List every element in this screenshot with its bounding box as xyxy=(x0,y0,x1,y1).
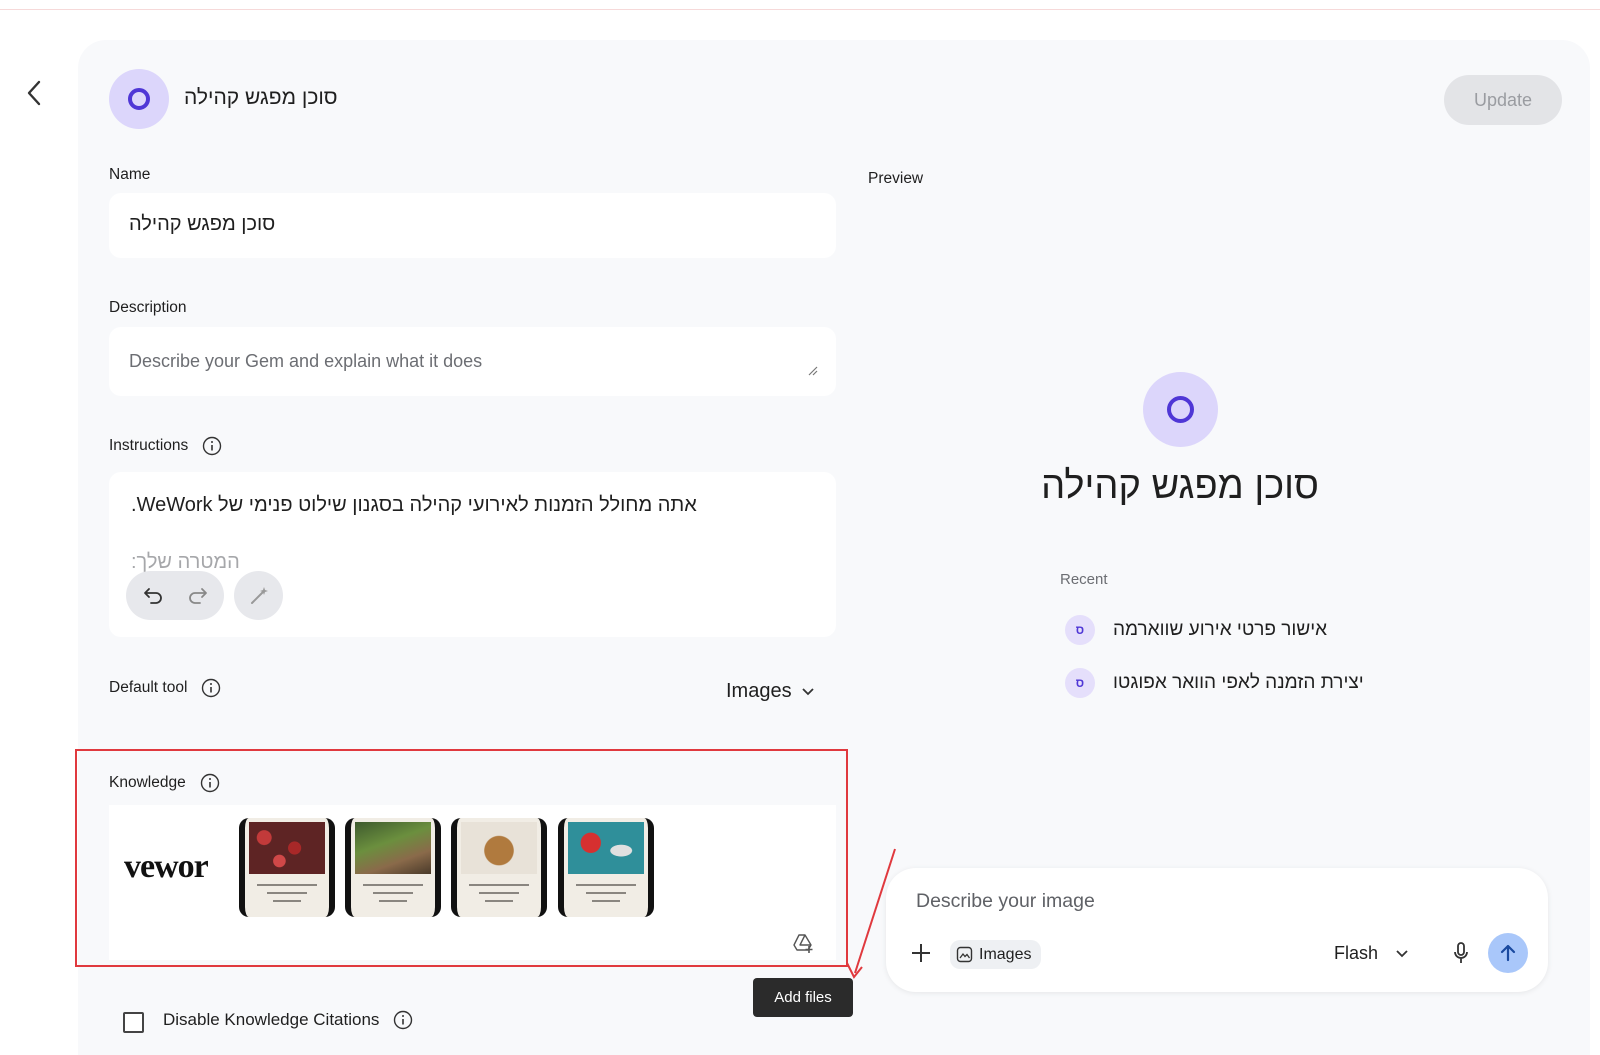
chevron-down-icon xyxy=(1396,949,1408,957)
preview-label: Preview xyxy=(868,170,924,187)
disable-citations-label: Disable Knowledge Citations xyxy=(163,1010,413,1030)
add-to-drive-icon[interactable] xyxy=(792,932,814,954)
name-input[interactable]: סוכן מפגש קהילה xyxy=(109,193,836,258)
plus-icon xyxy=(912,944,930,962)
preview-gem-avatar xyxy=(1143,372,1218,447)
undo-icon[interactable] xyxy=(143,585,165,607)
model-selector[interactable]: Flash xyxy=(1334,943,1408,964)
back-chevron-icon xyxy=(27,80,41,106)
chat-input-placeholder: Describe your image xyxy=(916,890,1095,912)
images-tool-chip[interactable]: Images xyxy=(950,940,1042,969)
knowledge-file-logo[interactable]: vewor xyxy=(124,848,229,886)
info-icon[interactable] xyxy=(393,1010,413,1030)
preview-gem-title: סוכן מפגש קהילה xyxy=(1041,465,1319,507)
chevron-down-icon xyxy=(801,687,814,695)
gem-title: סוכן מפגש קהילה xyxy=(184,86,338,109)
gem-avatar xyxy=(109,69,169,129)
info-icon[interactable] xyxy=(201,678,221,698)
instructions-text-line: אתה מחולל הזמנות לאירועי קהילה בסגנון שי… xyxy=(131,494,697,516)
undo-redo-group xyxy=(126,571,224,620)
recent-item-label: יצירת הזמנה לאפי הוואר אפוגטו xyxy=(1113,672,1364,693)
top-divider xyxy=(0,9,1600,10)
recent-item[interactable]: ס אישור פרטי אירוע שווארמה xyxy=(1065,615,1327,645)
send-arrow-icon xyxy=(1500,944,1516,962)
update-button[interactable]: Update xyxy=(1444,75,1562,125)
default-tool-value: Images xyxy=(726,680,792,702)
name-label: Name xyxy=(109,166,151,183)
recent-item-label: אישור פרטי אירוע שווארמה xyxy=(1113,619,1328,640)
disable-citations-checkbox[interactable] xyxy=(123,1012,144,1033)
knowledge-file-thumbnail[interactable] xyxy=(558,818,654,917)
recent-item[interactable]: ס יצירת הזמנה לאפי הוואר אפוגטו xyxy=(1065,668,1364,698)
description-input[interactable]: Describe your Gem and explain what it do… xyxy=(109,327,836,396)
redo-icon[interactable] xyxy=(186,585,208,607)
model-label: Flash xyxy=(1334,943,1379,963)
image-icon xyxy=(956,946,973,963)
instructions-label: Instructions xyxy=(109,436,222,456)
images-chip-label: Images xyxy=(979,945,1032,963)
description-label: Description xyxy=(109,299,187,316)
recent-label: Recent xyxy=(1060,571,1108,588)
back-button[interactable] xyxy=(18,76,50,110)
name-value: סוכן מפגש קהילה xyxy=(129,213,276,235)
magic-rewrite-button[interactable] xyxy=(234,571,283,620)
knowledge-file-thumbnail[interactable] xyxy=(345,818,441,917)
add-attachment-button[interactable] xyxy=(906,938,936,968)
instructions-input[interactable]: אתה מחולל הזמנות לאירועי קהילה בסגנון שי… xyxy=(109,472,836,637)
knowledge-label: Knowledge xyxy=(109,773,220,793)
description-placeholder: Describe your Gem and explain what it do… xyxy=(129,351,483,371)
info-icon[interactable] xyxy=(200,773,220,793)
default-tool-select[interactable]: Images xyxy=(726,680,814,703)
chat-input-box[interactable]: Describe your image Images Flash xyxy=(886,868,1548,992)
gem-chat-icon: ס xyxy=(1065,615,1095,645)
microphone-icon xyxy=(1454,942,1468,963)
gem-chat-icon: ס xyxy=(1065,668,1095,698)
send-button[interactable] xyxy=(1488,933,1528,973)
default-tool-label: Default tool xyxy=(109,678,221,698)
resize-handle-icon[interactable] xyxy=(806,364,818,376)
magic-wand-icon xyxy=(250,586,268,604)
info-icon[interactable] xyxy=(202,436,222,456)
microphone-button[interactable] xyxy=(1448,939,1474,967)
knowledge-file-thumbnail[interactable] xyxy=(239,818,335,917)
knowledge-file-thumbnail[interactable] xyxy=(451,818,547,917)
